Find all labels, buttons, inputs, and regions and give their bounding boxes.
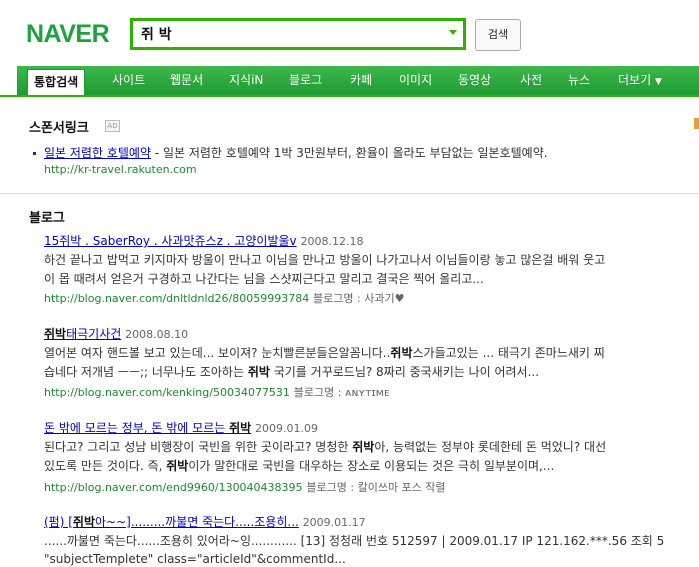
snippet-text: 된다고? 그리고 성남 비행장이 국빈을 위한 곳이라고? 명청한 xyxy=(44,440,353,454)
blog-section-title: 블로그 xyxy=(29,211,65,226)
snippet-line: 된다고? 그리고 성남 비행장이 국빈을 위한 곳이라고? 명청한 쥐박아, 능… xyxy=(44,439,606,455)
list-item: 15쥐박 . SaberRoy . 사과맛쥬스z . 고양이발울v 2008.1… xyxy=(44,233,363,250)
blog-result-title[interactable]: 돈 밖에 모르는 정부, 돈 밖에 모르는 쥐박 xyxy=(44,421,251,435)
search-box[interactable] xyxy=(130,18,466,50)
highlight: 쥐박 xyxy=(352,440,375,454)
sponsored-item: 일본 저렴한 호텔예약 - 일본 저렴한 호텔예약 1박 3만원부터, 환율이 … xyxy=(44,145,548,161)
highlight: 쥐박 xyxy=(44,327,67,341)
blog-name-label: 블로그명 : xyxy=(313,292,365,305)
blog-url[interactable]: http://blog.naver.com/end9960/1300404383… xyxy=(44,481,303,494)
highlight: 쥐박 xyxy=(229,421,252,435)
sponsored-link[interactable]: 일본 저렴한 호텔예약 xyxy=(44,146,151,160)
snippet-text: 스가들고있는 ... 태극기 존마느새키 찌 xyxy=(412,346,605,360)
post-date: 2009.01.09 xyxy=(255,422,318,435)
ad-badge: AD xyxy=(105,120,120,132)
snippet-line: 이 몹 때려서 얻은거 구경하고 나간다는 님을 스샷찌근다고 말리고 결국은 … xyxy=(44,272,484,286)
snippet-text: 아, 능력없는 정부야 롯데한테 돈 먹었니? 대선 xyxy=(374,440,607,454)
highlight: 쥐박 xyxy=(166,459,189,473)
tab-integrated[interactable]: 통합검색 xyxy=(27,69,86,96)
snippet-text: 습네다 저개념 ㅡㅡ;; 너무나도 조아하는 xyxy=(44,365,248,379)
blog-result-title[interactable]: 15쥐박 . SaberRoy . 사과맛쥬스z . 고양이발울v xyxy=(44,234,297,248)
blog-name-label: 블로그명 : xyxy=(306,481,358,494)
tab-image[interactable]: 이미지 xyxy=(399,66,432,95)
blog-result-title[interactable]: (펌) [쥐박아~~].........까불면 죽는다.....조용히... xyxy=(44,515,299,529)
tab-dictionary[interactable]: 사전 xyxy=(520,66,542,95)
blog-name[interactable]: 사과기♥ xyxy=(364,292,404,305)
blog-result-title[interactable]: 쥐박태극기사건 xyxy=(44,327,121,341)
highlight: 쥐박 xyxy=(390,346,413,360)
title-text: 돈 밖에 모르는 정부, 돈 밖에 모르는 xyxy=(44,421,230,435)
sponsored-title: 스폰서링크 xyxy=(29,121,89,136)
snippet-line: "subjectTemplete" class="articleId"&comm… xyxy=(44,552,346,566)
blog-url[interactable]: http://blog.naver.com/kenking/5003407753… xyxy=(44,386,290,399)
result-meta: http://blog.naver.com/dnltldnld26/800599… xyxy=(44,290,404,307)
blog-name[interactable]: 칼이쓰마 포스 작렬 xyxy=(358,481,446,494)
tab-news[interactable]: 뉴스 xyxy=(568,66,590,95)
snippet-line: 하건 끝나고 밥먹고 키지마자 방울이 만나고 이님을 만나고 방울이 나가고나… xyxy=(44,253,606,267)
list-item: 쥐박태극기사건 2008.08.10 xyxy=(44,326,188,343)
header: NAVER 검색 xyxy=(0,0,699,66)
post-date: 2008.12.18 xyxy=(300,235,364,248)
snippet-text: 이가 말한대로 국빈을 대우하는 장소로 이용되는 것은 극히 일부분이며,..… xyxy=(188,459,555,473)
search-input[interactable] xyxy=(141,24,431,44)
result-meta: http://blog.naver.com/end9960/1300404383… xyxy=(44,479,446,496)
blog-url[interactable]: http://blog.naver.com/dnltldnld26/800599… xyxy=(44,292,309,305)
snippet-text: 국기를 거꾸로드님? 8짜리 중국새키는 나이 어려서... xyxy=(269,365,540,379)
snippet-line: 습네다 저개념 ㅡㅡ;; 너무나도 조아하는 쥐박 국기를 거꾸로드님? 8짜리… xyxy=(44,364,539,380)
section-divider xyxy=(0,193,699,194)
snippet-line: 열어본 여자 핸드볼 보고 있는데... 보이져? 눈치빨른분들은알꼼니다..쥐… xyxy=(44,345,605,361)
snippet-line: ......까불면 죽는다......조용히 있어라~잉............… xyxy=(44,534,665,548)
highlight: 쥐박 xyxy=(247,365,270,379)
tab-cafe[interactable]: 카페 xyxy=(350,66,372,95)
tab-video[interactable]: 동영상 xyxy=(458,66,491,95)
snippet-text: 있도록 만든 것이다. 즉, xyxy=(44,459,167,473)
side-marker xyxy=(694,118,699,129)
list-item: (펌) [쥐박아~~].........까불면 죽는다.....조용히... 2… xyxy=(44,514,366,531)
snippet-line: 있도록 만든 것이다. 즉, 쥐박이가 말한대로 국빈을 대우하는 장소로 이용… xyxy=(44,458,554,474)
blog-name-label: 블로그명 : xyxy=(293,386,345,399)
snippet-text: 열어본 여자 핸드볼 보고 있는데... 보이져? 눈치빨른분들은알꼼니다.. xyxy=(44,346,391,360)
sponsored-url[interactable]: http://kr-travel.rakuten.com xyxy=(44,162,197,178)
naver-logo[interactable]: NAVER xyxy=(26,20,110,49)
tab-web[interactable]: 웹문서 xyxy=(170,66,203,95)
chevron-down-icon: ▼ xyxy=(654,77,662,87)
search-tab-bar: 통합검색 사이트 웹문서 지식iN 블로그 카페 이미지 동영상 사전 뉴스 더… xyxy=(17,66,699,96)
tab-more-label: 더보기 xyxy=(618,73,652,87)
tab-site[interactable]: 사이트 xyxy=(112,66,145,95)
tab-underline xyxy=(0,95,699,97)
post-date: 2008.08.10 xyxy=(125,328,189,341)
chevron-down-icon[interactable] xyxy=(449,30,457,35)
title-text: 태극기사건 xyxy=(66,327,122,341)
tab-kin[interactable]: 지식iN xyxy=(229,66,263,95)
sponsored-desc: - 일본 저렴한 호텔예약 1박 3만원부터, 환율이 올라도 부담없는 일본호… xyxy=(151,146,548,160)
search-button[interactable]: 검색 xyxy=(475,19,521,51)
title-text: 아~~].........까불면 죽는다.....조용히... xyxy=(95,515,299,529)
title-text: (펌) [ xyxy=(44,515,73,529)
highlight: 쥐박 xyxy=(72,515,95,529)
tab-blog[interactable]: 블로그 xyxy=(289,66,322,95)
list-item: 돈 밖에 모르는 정부, 돈 밖에 모르는 쥐박 2009.01.09 xyxy=(44,420,318,437)
blog-name[interactable]: ᴀɴʏᴛɪᴍᴇ xyxy=(345,386,389,399)
post-date: 2009.01.17 xyxy=(302,516,366,529)
bullet-icon xyxy=(33,152,36,155)
tab-more[interactable]: 더보기 ▼ xyxy=(618,66,662,95)
result-meta: http://blog.naver.com/kenking/5003407753… xyxy=(44,384,389,401)
